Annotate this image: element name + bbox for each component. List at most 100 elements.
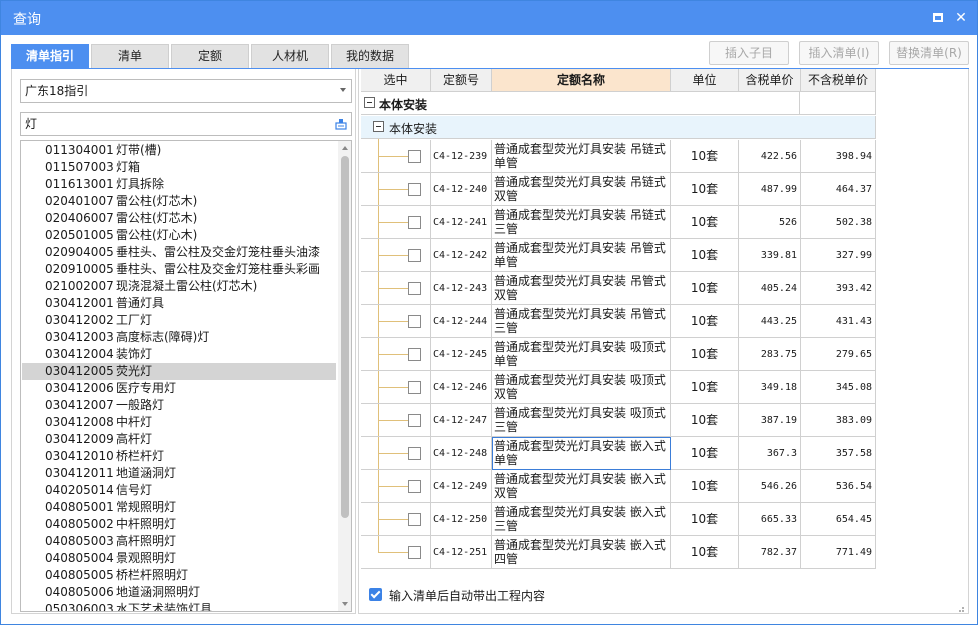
col-header-code[interactable]: 定额号 (431, 69, 492, 92)
row-checkbox[interactable] (408, 249, 421, 262)
cell-select (361, 371, 431, 404)
table-row[interactable]: C4-12-243 普通成套型荧光灯具安装 吊管式双管 10套 405.24 393.4… (361, 272, 876, 305)
list-item[interactable]: 021002007 现浇混凝土雷公柱(灯芯木) (22, 278, 336, 295)
cell-name: 普通成套型荧光灯具安装 吸顶式三管 (492, 404, 671, 437)
table-row[interactable]: C4-12-247 普通成套型荧光灯具安装 吸顶式三管 10套 387.19 383.0… (361, 404, 876, 437)
cell-price-tax: 443.25 (739, 305, 801, 338)
table-row[interactable]: C4-12-239 普通成套型荧光灯具安装 吊链式单管 10套 422.56 398.9… (361, 140, 876, 173)
table-row[interactable]: C4-12-241 普通成套型荧光灯具安装 吊链式三管 10套 526 502.38 (361, 206, 876, 239)
chevron-down-icon[interactable] (340, 88, 346, 92)
row-checkbox[interactable] (408, 216, 421, 229)
list-item-name: 荧光灯 (116, 364, 153, 378)
list-item[interactable]: 040805003 高杆照明灯 (22, 533, 336, 550)
row-checkbox[interactable] (408, 480, 421, 493)
row-checkbox[interactable] (408, 381, 421, 394)
cell-code: C4-12-244 (431, 305, 492, 338)
tab-list-guide[interactable]: 清单指引 (11, 44, 89, 68)
search-input[interactable]: 灯 (20, 112, 352, 136)
list-item[interactable]: 040205014 信号灯 (22, 482, 336, 499)
list-item[interactable]: 020406007 雷公柱(灯芯木) (22, 210, 336, 227)
list-item[interactable]: 030412011 地道涵洞灯 (22, 465, 336, 482)
list-item-name: 高度标志(障碍)灯 (116, 330, 210, 344)
list-item[interactable]: 011613001 灯具拆除 (22, 176, 336, 193)
list-item[interactable]: 030412001 普通灯具 (22, 295, 336, 312)
table-row[interactable]: C4-12-251 普通成套型荧光灯具安装 嵌入式四管 10套 782.37 771.4… (361, 536, 876, 569)
list-item[interactable]: 030412008 中杆灯 (22, 414, 336, 431)
table-row[interactable]: C4-12-240 普通成套型荧光灯具安装 吊链式双管 10套 487.99 464.3… (361, 173, 876, 206)
maximize-icon[interactable] (930, 10, 946, 26)
collapse-icon[interactable] (373, 121, 384, 132)
row-checkbox[interactable] (408, 282, 421, 295)
list-scrollbar[interactable] (338, 141, 351, 611)
table-row[interactable]: C4-12-248 普通成套型荧光灯具安装 嵌入式单管 10套 367.3 357.58 (361, 437, 876, 470)
cell-price-tax: 546.26 (739, 470, 801, 503)
scroll-down-icon[interactable] (342, 602, 348, 606)
cell-price-notax: 393.42 (801, 272, 876, 305)
list-item[interactable]: 030412007 一般路灯 (22, 397, 336, 414)
cell-price-notax: 654.45 (801, 503, 876, 536)
list-item[interactable]: 040805001 常规照明灯 (22, 499, 336, 516)
list-item[interactable]: 040805006 地道涵洞照明灯 (22, 584, 336, 601)
col-header-price-tax[interactable]: 含税单价 (739, 69, 801, 92)
list-item[interactable]: 050306003 水下艺术装饰灯具 (22, 601, 336, 611)
tab-quota[interactable]: 定额 (171, 44, 249, 68)
list-item[interactable]: 030412003 高度标志(障碍)灯 (22, 329, 336, 346)
cell-price-tax: 339.81 (739, 239, 801, 272)
auto-bring-checkbox[interactable] (369, 588, 382, 601)
list-item[interactable]: 020904005 垂柱头、雷公柱及交金灯笼柱垂头油漆 (22, 244, 336, 261)
replace-list-button[interactable]: 替换清单(R) (889, 41, 969, 65)
list-item[interactable]: 040805004 景观照明灯 (22, 550, 336, 567)
insert-child-button[interactable]: 插入子目 (709, 41, 789, 65)
list-item[interactable]: 040805005 桥栏杆照明灯 (22, 567, 336, 584)
row-checkbox[interactable] (408, 513, 421, 526)
col-header-name[interactable]: 定额名称 (492, 69, 671, 92)
list-item-code: 040805004 (45, 551, 114, 565)
tab-list[interactable]: 清单 (91, 44, 169, 68)
table-row[interactable]: C4-12-244 普通成套型荧光灯具安装 吊管式三管 10套 443.25 431.4… (361, 305, 876, 338)
row-checkbox[interactable] (408, 315, 421, 328)
row-checkbox[interactable] (408, 546, 421, 559)
list-item[interactable]: 040805002 中杆照明灯 (22, 516, 336, 533)
list-item[interactable]: 030412006 医疗专用灯 (22, 380, 336, 397)
scroll-up-icon[interactable] (342, 146, 348, 150)
table-row[interactable]: C4-12-242 普通成套型荧光灯具安装 吊管式单管 10套 339.81 327.9… (361, 239, 876, 272)
col-header-unit[interactable]: 单位 (671, 69, 739, 92)
cell-price-notax: 345.08 (801, 371, 876, 404)
list-item[interactable]: 030412009 高杆灯 (22, 431, 336, 448)
list-item-name: 桥栏杆灯 (116, 449, 165, 463)
resize-grip-icon[interactable] (957, 602, 965, 612)
cell-price-tax: 665.33 (739, 503, 801, 536)
insert-list-button[interactable]: 插入清单(I) (799, 41, 879, 65)
list-item[interactable]: 020501005 雷公柱(灯心木) (22, 227, 336, 244)
row-checkbox[interactable] (408, 183, 421, 196)
list-item[interactable]: 020910005 垂柱头、雷公柱及交金灯笼柱垂头彩画 (22, 261, 336, 278)
row-checkbox[interactable] (408, 447, 421, 460)
list-item-name: 一般路灯 (116, 398, 165, 412)
close-icon[interactable]: ✕ (953, 10, 969, 26)
list-item[interactable]: 030412005 荧光灯 (22, 363, 336, 380)
table-row[interactable]: C4-12-245 普通成套型荧光灯具安装 吸顶式单管 10套 283.75 279.6… (361, 338, 876, 371)
scroll-thumb[interactable] (341, 156, 349, 518)
list-item[interactable]: 011304001 灯带(槽) (22, 142, 336, 159)
row-checkbox[interactable] (408, 348, 421, 361)
list-item[interactable]: 030412004 装饰灯 (22, 346, 336, 363)
col-header-select[interactable]: 选中 (361, 69, 431, 92)
col-header-price-notax[interactable]: 不含税单价 (801, 69, 876, 92)
list-item[interactable]: 011507003 灯箱 (22, 159, 336, 176)
group-row-level2[interactable]: 本体安装 (361, 116, 876, 139)
group-label: 本体安装 (379, 98, 428, 112)
tab-labor-material-machine[interactable]: 人材机 (251, 44, 329, 68)
table-row[interactable]: C4-12-246 普通成套型荧光灯具安装 吸顶式双管 10套 349.18 345.0… (361, 371, 876, 404)
tab-my-data[interactable]: 我的数据 (331, 44, 409, 68)
row-checkbox[interactable] (408, 150, 421, 163)
table-row[interactable]: C4-12-250 普通成套型荧光灯具安装 嵌入式三管 10套 665.33 654.4… (361, 503, 876, 536)
list-item[interactable]: 020401007 雷公柱(灯芯木) (22, 193, 336, 210)
guide-library-select[interactable]: 广东18指引 (20, 79, 352, 103)
list-item[interactable]: 030412002 工厂灯 (22, 312, 336, 329)
table-row[interactable]: C4-12-249 普通成套型荧光灯具安装 嵌入式双管 10套 546.26 536.5… (361, 470, 876, 503)
row-checkbox[interactable] (408, 414, 421, 427)
collapse-icon[interactable] (364, 97, 375, 108)
list-item[interactable]: 030412010 桥栏杆灯 (22, 448, 336, 465)
filter-search-icon[interactable] (335, 118, 347, 130)
group-row-level1[interactable]: 本体安装 (361, 92, 876, 115)
